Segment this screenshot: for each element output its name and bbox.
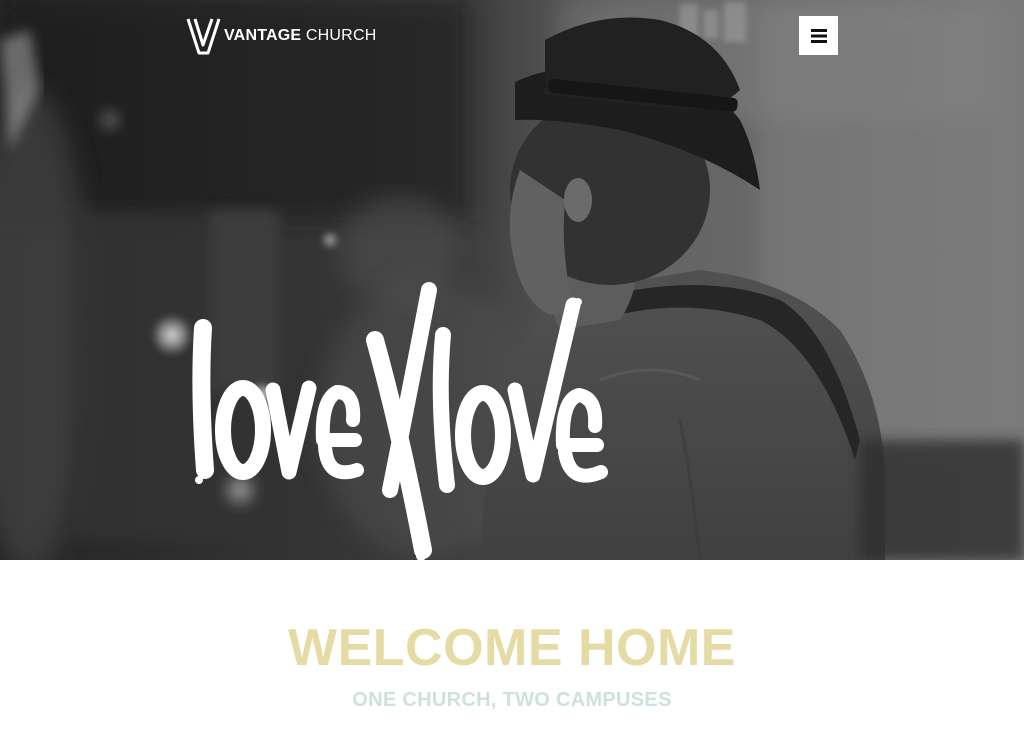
logo-text: VANTAGE CHURCH: [224, 27, 376, 45]
logo-text-light: CHURCH: [305, 27, 377, 44]
hero-banner: VANTAGE CHURCH: [0, 0, 1024, 560]
logo-text-strong: VANTAGE: [224, 27, 302, 44]
welcome-title: WELCOME HOME: [288, 619, 736, 677]
vantage-church-logo[interactable]: VANTAGE CHURCH: [186, 16, 376, 56]
lovexlove-brush-lettering: [192, 282, 608, 560]
page: VANTAGE CHURCH WELCOME HOME ONE CHURCH, …: [0, 0, 1024, 754]
hamburger-menu-icon: [810, 28, 827, 43]
vantage-v-logo-icon: [186, 18, 221, 55]
menu-button[interactable]: [799, 16, 838, 55]
welcome-section: WELCOME HOME ONE CHURCH, TWO CAMPUSES: [0, 560, 1024, 754]
welcome-subtitle: ONE CHURCH, TWO CAMPUSES: [352, 689, 672, 711]
